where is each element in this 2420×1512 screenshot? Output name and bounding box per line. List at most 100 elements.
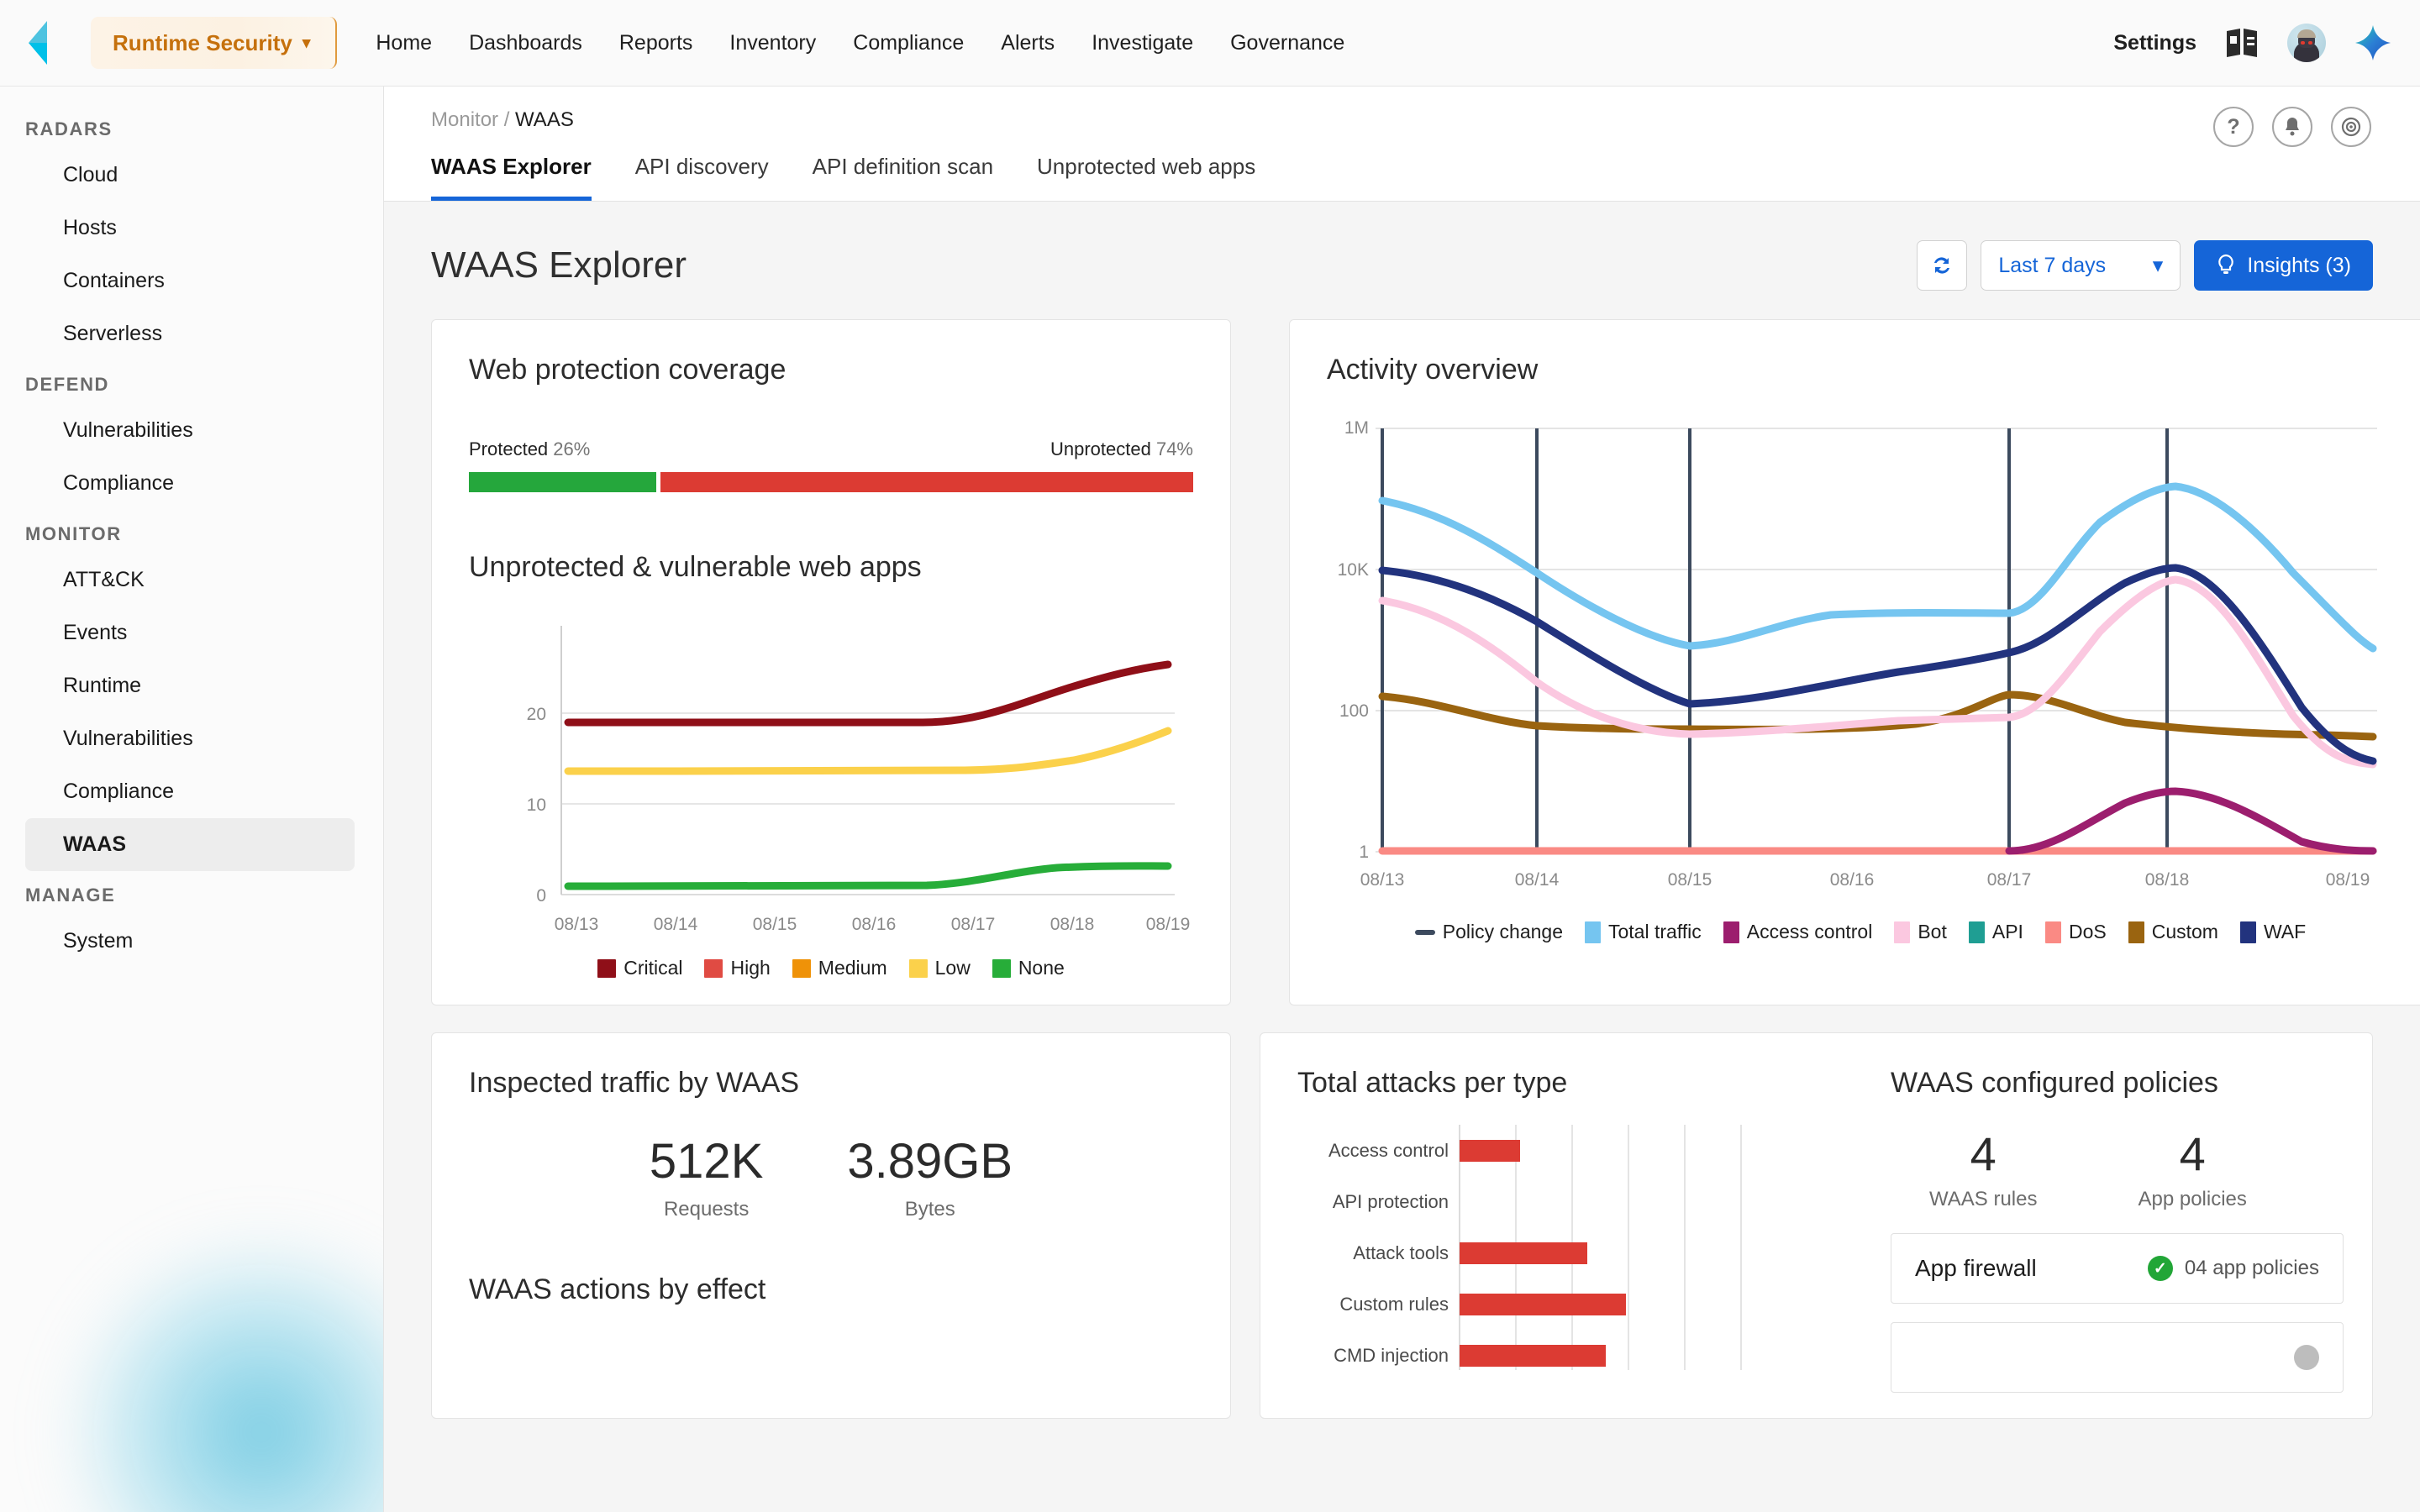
sidebar-item-defend-compliance[interactable]: Compliance	[25, 457, 355, 510]
top-navigation: Home Dashboards Reports Inventory Compli…	[376, 31, 1344, 55]
activity-overview-legend: Policy change Total traffic Access contr…	[1327, 921, 2394, 943]
legend-item-dos[interactable]: DoS	[2045, 921, 2107, 943]
insights-button[interactable]: Insights (3)	[2194, 240, 2373, 291]
stat-bytes: 3.89GB Bytes	[847, 1137, 1013, 1221]
legend-label-waf: WAF	[2264, 921, 2306, 943]
legend-item-none[interactable]: None	[992, 957, 1065, 979]
tenant-label: Runtime Security	[113, 30, 292, 56]
help-icon[interactable]: ?	[2213, 107, 2254, 147]
stat-bytes-label: Bytes	[847, 1198, 1013, 1221]
sidebar-item-containers[interactable]: Containers	[25, 255, 355, 307]
svg-text:0: 0	[536, 886, 546, 906]
header-icon-group: ?	[2213, 107, 2371, 147]
svg-text:08/14: 08/14	[654, 915, 698, 934]
unprotected-label-group: Unprotected 74%	[1050, 438, 1193, 460]
policy-stat-app-policies: 4 App policies	[2138, 1126, 2246, 1211]
nav-alerts[interactable]: Alerts	[1001, 31, 1055, 55]
inspected-traffic-stats: 512K Requests 3.89GB Bytes	[469, 1137, 1193, 1221]
sidebar-item-cloud[interactable]: Cloud	[25, 149, 355, 202]
status-check-icon: ✓	[2148, 1256, 2173, 1281]
tab-unprotected-web-apps[interactable]: Unprotected web apps	[1037, 132, 1255, 201]
svg-text:08/18: 08/18	[1050, 915, 1095, 934]
sidebar-item-system[interactable]: System	[25, 915, 355, 968]
bar-custom-rules	[1460, 1294, 1626, 1315]
policy-stats: 4 WAAS rules 4 App policies	[1891, 1126, 2344, 1211]
web-protection-coverage-title: Web protection coverage	[469, 354, 1193, 386]
legend-swatch-waf	[2240, 921, 2256, 943]
sidebar-item-events[interactable]: Events	[25, 606, 355, 659]
legend-label-none: None	[1018, 957, 1065, 979]
sidebar-item-defend-vulnerabilities[interactable]: Vulnerabilities	[25, 404, 355, 457]
dashboard-row-1: Web protection coverage Protected 26% Un…	[431, 319, 2373, 1005]
nav-home[interactable]: Home	[376, 31, 432, 55]
svg-text:08/16: 08/16	[852, 915, 897, 934]
nav-dashboards[interactable]: Dashboards	[469, 31, 582, 55]
legend-item-access-control[interactable]: Access control	[1723, 921, 1873, 943]
coverage-bar-unprotected	[660, 472, 1193, 492]
sidebar-item-attack[interactable]: ATT&CK	[25, 554, 355, 606]
legend-item-total-traffic[interactable]: Total traffic	[1585, 921, 1702, 943]
svg-text:08/18: 08/18	[2145, 870, 2190, 890]
user-avatar[interactable]	[2287, 24, 2326, 62]
breadcrumb-parent[interactable]: Monitor	[431, 108, 498, 131]
svg-text:08/16: 08/16	[1830, 870, 1875, 890]
policy-row-status-group: ✓ 04 app policies	[2148, 1256, 2319, 1281]
svg-text:20: 20	[527, 705, 546, 724]
settings-link[interactable]: Settings	[2113, 31, 2196, 55]
policy-row-app-firewall[interactable]: App firewall ✓ 04 app policies	[1891, 1233, 2344, 1304]
tab-api-definition-scan[interactable]: API definition scan	[813, 132, 993, 201]
coverage-labels: Protected 26% Unprotected 74%	[469, 438, 1193, 460]
total-attacks-title: Total attacks per type	[1297, 1067, 1835, 1100]
sidebar-item-serverless[interactable]: Serverless	[25, 307, 355, 360]
legend-label-access-control: Access control	[1747, 921, 1873, 943]
nav-compliance[interactable]: Compliance	[853, 31, 964, 55]
radar-target-icon[interactable]	[2331, 107, 2371, 147]
sidebar: RADARS Cloud Hosts Containers Serverless…	[0, 87, 384, 1512]
time-range-select[interactable]: Last 7 days ▾	[1981, 240, 2181, 291]
sidebar-item-monitor-compliance[interactable]: Compliance	[25, 765, 355, 818]
legend-item-high[interactable]: High	[704, 957, 770, 979]
sidebar-item-runtime[interactable]: Runtime	[25, 659, 355, 712]
legend-label-medium: Medium	[818, 957, 887, 979]
legend-item-bot[interactable]: Bot	[1894, 921, 1947, 943]
notification-bell-icon[interactable]	[2272, 107, 2312, 147]
legend-item-critical[interactable]: Critical	[597, 957, 682, 979]
top-bar: Runtime Security ▾ Home Dashboards Repor…	[0, 0, 2420, 87]
coverage-bar	[469, 472, 1193, 492]
svg-text:Access control: Access control	[1328, 1140, 1449, 1161]
policy-row-next[interactable]	[1891, 1322, 2344, 1393]
sidebar-item-waas[interactable]: WAAS	[25, 818, 355, 871]
nav-governance[interactable]: Governance	[1230, 31, 1344, 55]
sidebar-item-monitor-vulnerabilities[interactable]: Vulnerabilities	[25, 712, 355, 765]
legend-swatch-bot	[1894, 921, 1910, 943]
policy-row-detail: 04 app policies	[2185, 1257, 2319, 1280]
legend-item-medium[interactable]: Medium	[792, 957, 887, 979]
dashboard-content: WAAS Explorer Last 7 days ▾	[384, 202, 2420, 1512]
legend-item-low[interactable]: Low	[909, 957, 971, 979]
nav-investigate[interactable]: Investigate	[1092, 31, 1193, 55]
legend-item-custom[interactable]: Custom	[2128, 921, 2218, 943]
tab-bar: WAAS Explorer API discovery API definiti…	[384, 132, 2420, 202]
tab-api-discovery[interactable]: API discovery	[635, 132, 769, 201]
legend-swatch-none	[992, 959, 1011, 978]
legend-item-waf[interactable]: WAF	[2240, 921, 2306, 943]
svg-text:100: 100	[1339, 701, 1369, 721]
svg-text:Attack tools: Attack tools	[1353, 1242, 1449, 1263]
legend-item-api[interactable]: API	[1969, 921, 2023, 943]
policy-stat-waas-rules-label: WAAS rules	[1929, 1188, 2037, 1211]
docs-book-icon[interactable]	[2225, 28, 2259, 58]
tenant-selector[interactable]: Runtime Security ▾	[91, 17, 337, 69]
refresh-icon[interactable]	[1917, 240, 1967, 291]
card-activity-overview: Activity overview 1M 10K	[1289, 319, 2420, 1005]
legend-swatch-critical	[597, 959, 616, 978]
tab-waas-explorer[interactable]: WAAS Explorer	[431, 132, 592, 201]
sidebar-item-hosts[interactable]: Hosts	[25, 202, 355, 255]
ai-sparkle-icon[interactable]	[2354, 24, 2391, 61]
legend-item-policy-change[interactable]: Policy change	[1415, 921, 1563, 943]
nav-inventory[interactable]: Inventory	[729, 31, 816, 55]
svg-text:Custom rules: Custom rules	[1339, 1294, 1449, 1315]
sidebar-group-monitor: MONITOR	[0, 510, 383, 554]
nav-reports[interactable]: Reports	[619, 31, 693, 55]
page-body: RADARS Cloud Hosts Containers Serverless…	[0, 87, 2420, 1512]
inspected-traffic-title: Inspected traffic by WAAS	[469, 1067, 1193, 1100]
